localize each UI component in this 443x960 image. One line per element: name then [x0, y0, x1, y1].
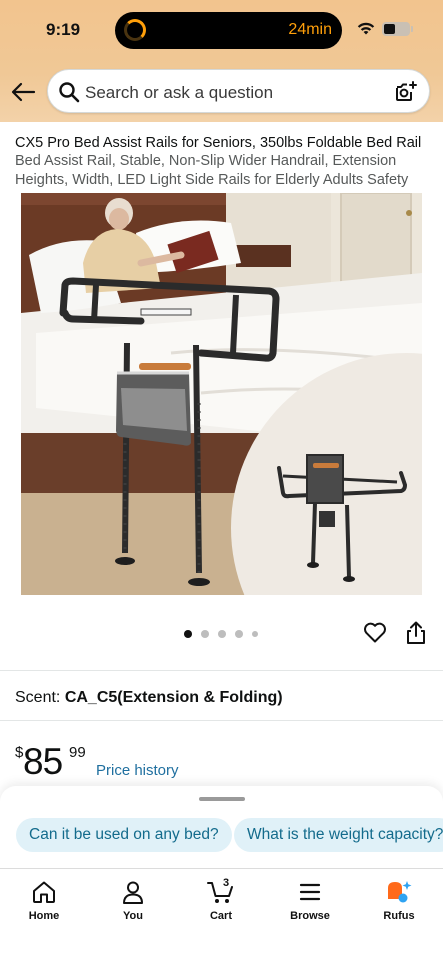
tab-cart[interactable]: 3 Cart — [186, 877, 256, 922]
cart-count-badge: 3 — [223, 877, 230, 889]
timer-icon — [124, 19, 146, 41]
tab-rufus[interactable]: Rufus — [364, 879, 434, 922]
tab-browse[interactable]: Browse — [275, 879, 345, 922]
product-title: CX5 Pro Bed Assist Rails for Seniors, 35… — [15, 135, 422, 151]
price-whole: 85 — [23, 741, 63, 782]
product-subtitle: Bed Assist Rail, Stable, Non-Slip Wider … — [15, 153, 409, 188]
scent-label: Scent: — [15, 689, 61, 706]
status-bar: 9:19 24min — [0, 0, 443, 60]
suggestion-chip[interactable]: Can it be used on any bed? — [16, 818, 232, 852]
tab-label: Rufus — [383, 910, 415, 922]
carousel-dot[interactable] — [201, 630, 209, 638]
person-icon — [123, 881, 143, 904]
status-time: 9:19 — [46, 20, 81, 39]
product-image[interactable] — [21, 193, 422, 595]
search-input[interactable]: Search or ask a question — [85, 83, 273, 103]
menu-icon — [299, 883, 321, 901]
cart-icon — [207, 882, 233, 903]
carousel-dot-active[interactable] — [184, 630, 192, 638]
battery-tip — [411, 26, 413, 32]
share-icon[interactable] — [405, 621, 427, 645]
dynamic-island[interactable]: 24min — [115, 12, 342, 49]
image-carousel-dots[interactable] — [184, 629, 267, 639]
search-icon — [59, 82, 80, 103]
carousel-dot[interactable] — [252, 631, 258, 637]
search-bar[interactable]: Search or ask a question — [47, 69, 430, 113]
price-fraction: 99 — [69, 744, 86, 761]
sheet-handle[interactable] — [199, 797, 245, 801]
battery-icon — [382, 22, 410, 36]
arrow-left-icon[interactable] — [10, 80, 36, 104]
suggestion-chip[interactable]: What is the weight capacity? — [234, 818, 443, 852]
rufus-icon — [388, 881, 412, 903]
section-divider — [0, 670, 443, 671]
price-history-link[interactable]: Price history — [96, 762, 179, 779]
wifi-icon — [357, 22, 375, 35]
rufus-suggestions-sheet: Can it be used on any bed? What is the w… — [0, 786, 443, 870]
tab-label: Browse — [290, 910, 330, 922]
tab-label: Home — [28, 910, 60, 922]
carousel-dot[interactable] — [235, 630, 243, 638]
tab-label: You — [123, 910, 143, 922]
product-photo-illustration — [21, 193, 422, 595]
home-icon — [33, 881, 55, 903]
camera-search-icon[interactable] — [394, 80, 418, 104]
timer-text: 24min — [288, 21, 332, 38]
tab-home[interactable]: Home — [9, 879, 79, 922]
tab-you[interactable]: You — [98, 879, 168, 922]
carousel-dot[interactable] — [218, 630, 226, 638]
heart-icon[interactable] — [363, 621, 387, 643]
scent-value: CA_C5(Extension & Folding) — [64, 689, 283, 706]
app-header: 9:19 24min Search or ask a question — [0, 0, 443, 122]
battery-level — [384, 24, 395, 34]
tab-label: Cart — [209, 910, 232, 922]
variant-selector[interactable]: Scent: CA_C5(Extension & Folding) — [15, 689, 283, 707]
section-divider — [0, 720, 443, 721]
bottom-tab-bar: Home You 3 Cart Browse Rufus — [0, 868, 443, 960]
